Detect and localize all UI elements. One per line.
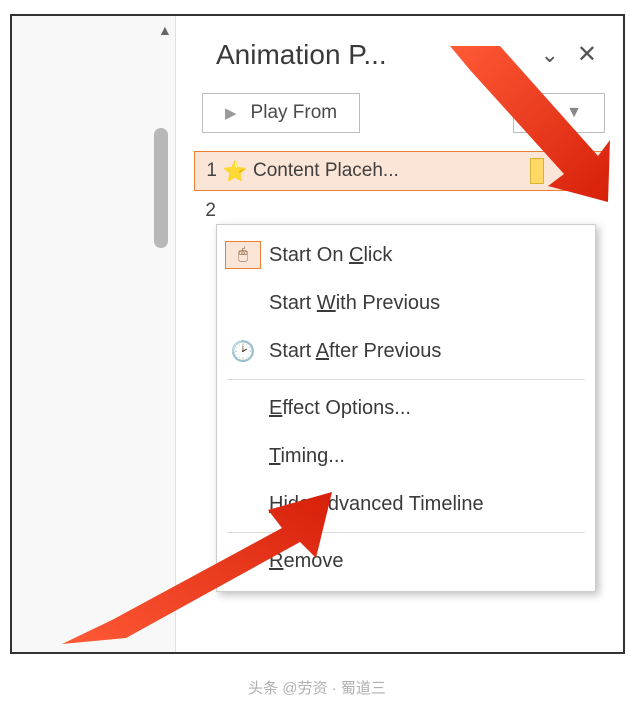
menu-label: Timing... <box>269 445 345 468</box>
blank-icon <box>225 289 261 317</box>
menu-timing[interactable]: Timing... <box>217 432 595 480</box>
animation-number: 1 <box>195 160 221 182</box>
pane-toolbar: ▶ Play From ▲ ▼ <box>176 81 623 151</box>
pane-header: Animation P... ⌄ ✕ <box>176 16 623 81</box>
menu-label: Hide Advanced Timeline <box>269 493 484 516</box>
play-button-label: Play From <box>251 102 338 124</box>
menu-effect-options[interactable]: Effect Options... <box>217 384 595 432</box>
menu-start-on-click[interactable]: 🖱 Start On Click <box>217 231 595 279</box>
menu-label: Start After Previous <box>269 340 441 363</box>
animation-item-1[interactable]: 1 ⭐ Content Placeh... ▼ <box>194 151 605 191</box>
animation-label: Content Placeh... <box>249 160 530 182</box>
menu-separator <box>227 379 585 380</box>
blank-icon <box>225 394 261 422</box>
menu-label: Remove <box>269 550 343 573</box>
play-from-button[interactable]: ▶ Play From <box>202 93 360 133</box>
menu-remove[interactable]: Remove <box>217 537 595 585</box>
app-frame: ▲ Animation P... ⌄ ✕ ▶ Play From ▲ ▼ 1 ⭐… <box>10 14 625 654</box>
mouse-click-icon: 🖱 <box>225 241 261 269</box>
animation-list: 1 ⭐ Content Placeh... ▼ 2 <box>176 151 623 231</box>
clock-icon: 🕑 <box>225 337 261 365</box>
blank-icon <box>225 490 261 518</box>
pane-title: Animation P... <box>216 39 530 71</box>
blank-icon <box>225 442 261 470</box>
menu-start-with-previous[interactable]: Start With Previous <box>217 279 595 327</box>
animation-context-menu: 🖱 Start On Click Start With Previous 🕑 S… <box>216 224 596 592</box>
pane-close-icon[interactable]: ✕ <box>569 36 605 73</box>
animation-number: 2 <box>194 200 220 222</box>
blank-icon <box>225 547 261 575</box>
slide-thumbnail-gutter: ▲ <box>12 16 176 652</box>
play-icon: ▶ <box>225 104 237 122</box>
menu-label: Start On Click <box>269 244 392 267</box>
pane-collapse-chevron-icon[interactable]: ⌄ <box>530 38 568 72</box>
reorder-down-icon: ▼ <box>566 104 582 122</box>
watermark-footer: 头条 @劳资 · 蜀道三 <box>0 677 634 698</box>
animation-timing-bar[interactable] <box>530 158 544 184</box>
reorder-button[interactable]: ▲ ▼ <box>513 93 605 133</box>
menu-label: Effect Options... <box>269 397 411 420</box>
animation-dropdown-icon[interactable]: ▼ <box>581 164 594 179</box>
menu-start-after-previous[interactable]: 🕑 Start After Previous <box>217 327 595 375</box>
menu-label: Start With Previous <box>269 292 440 315</box>
scroll-up-arrow-icon[interactable]: ▲ <box>158 22 172 38</box>
star-effect-icon: ⭐ <box>221 159 249 184</box>
menu-separator <box>227 532 585 533</box>
menu-hide-timeline[interactable]: Hide Advanced Timeline <box>217 480 595 528</box>
reorder-up-icon: ▲ <box>536 104 552 122</box>
scrollbar-thumb[interactable] <box>154 128 168 248</box>
